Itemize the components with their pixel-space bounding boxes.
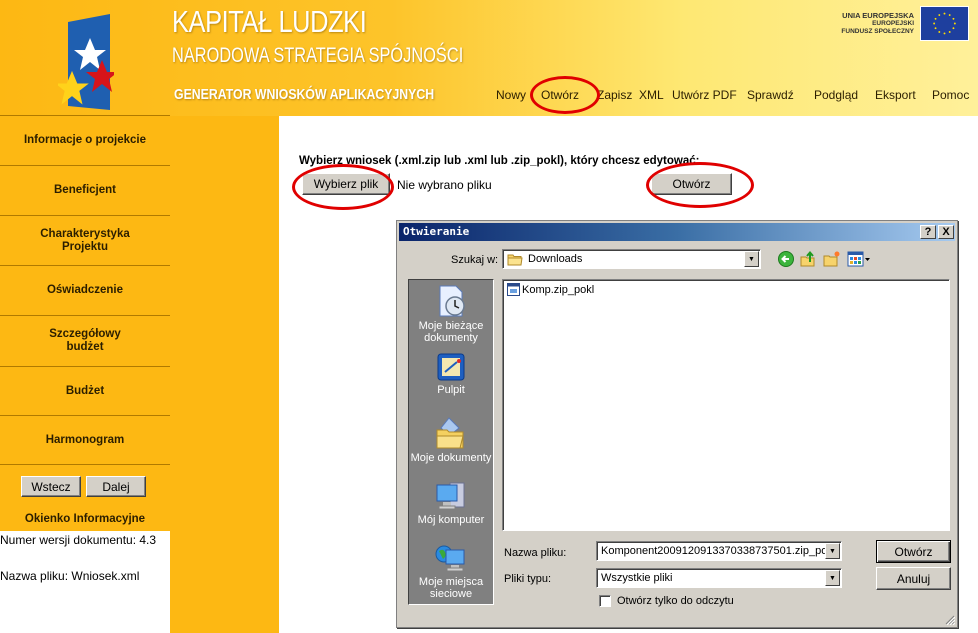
file-item[interactable]: Komp.zip_pokl (507, 283, 594, 296)
place-my-computer[interactable]: Mój komputer (409, 480, 493, 526)
sidebar-item-oswiadczenie[interactable]: Oświadczenie (0, 266, 170, 315)
filetype-select[interactable]: Wszystkie pliki ▼ (596, 568, 842, 588)
app-generator-title: GENERATOR WNIOSKÓW APLIKACYJNYCH (174, 86, 435, 103)
filename-value: Komponent2009120913370338737501.zip_po (601, 545, 828, 557)
open-file-dialog: Otwieranie ? X Szukaj w: Downloads ▼ Moj… (396, 220, 958, 628)
dialog-open-button[interactable]: Otwórz (876, 540, 951, 563)
nav-utworz-pdf[interactable]: Utwórz PDF (672, 88, 747, 102)
help-button[interactable]: ? (920, 225, 936, 239)
sidebar-item-budzet[interactable]: Budżet (0, 367, 170, 415)
sidebar-item-informacje[interactable]: Informacje o projekcie (0, 116, 170, 165)
chevron-down-icon[interactable]: ▼ (744, 251, 759, 267)
sidebar-item-szczegolowy-budzet[interactable]: Szczegółowy budżet (0, 316, 170, 366)
place-label: Moje dokumenty (410, 452, 492, 464)
readonly-checkbox[interactable] (599, 595, 611, 607)
document-version: Numer wersji dokumentu: 4.3 (0, 533, 157, 547)
header: KAPITAŁ LUDZKI NARODOWA STRATEGIA SPÓJNO… (0, 0, 978, 116)
eu-line1: UNIA EUROPEJSKA (842, 11, 914, 20)
nav-zapisz-xml[interactable]: Zapisz XML (597, 88, 672, 102)
dialog-title: Otwieranie (399, 223, 955, 241)
resize-grip-icon[interactable] (943, 613, 955, 625)
file-status: Nie wybrano pliku (397, 178, 492, 192)
eu-text: UNIA EUROPEJSKA EUROPEJSKI FUNDUSZ SPOŁE… (840, 12, 914, 36)
readonly-option: Otwórz tylko do odczytu (599, 595, 734, 607)
filetype-value: Wszystkie pliki (601, 572, 673, 584)
filename-input[interactable]: Komponent2009120913370338737501.zip_po ▼ (596, 541, 842, 561)
places-bar: Moje bieżące dokumenty Pulpit Moje dokum… (408, 279, 494, 605)
my-computer-icon (436, 482, 465, 510)
close-button[interactable]: X (938, 225, 954, 239)
choose-file-button[interactable]: Wybierz plik (302, 173, 390, 195)
look-in-value: Downloads (528, 253, 583, 265)
sidebar-item-harmonogram[interactable]: Harmonogram (0, 416, 170, 464)
back-button[interactable]: Wstecz (21, 476, 81, 497)
place-my-documents[interactable]: Moje dokumenty (409, 416, 493, 464)
nav-otworz[interactable]: Otwórz (541, 88, 597, 102)
look-in-label: Szukaj w: (451, 254, 499, 266)
file-name-info: Nazwa pliku: Wniosek.xml (0, 569, 140, 583)
place-desktop[interactable]: Pulpit (409, 352, 493, 396)
sidebar-item-charakterystyka[interactable]: Charakterystyka Projektu (0, 216, 170, 265)
my-documents-icon (436, 417, 464, 449)
info-panel-title: Okienko Informacyjne (24, 513, 146, 525)
place-network[interactable]: Moje miejsca sieciowe (409, 542, 493, 600)
file-list: Komp.zip_pokl (502, 279, 950, 531)
app-subtitle: NARODOWA STRATEGIA SPÓJNOŚCI (172, 44, 464, 67)
open-button[interactable]: Otwórz (651, 173, 732, 195)
filetype-label: Pliki typu: (504, 573, 552, 585)
view-menu-icon[interactable] (847, 250, 871, 268)
desktop-icon (437, 353, 465, 381)
file-icon (507, 283, 520, 296)
info-panel: Numer wersji dokumentu: 4.3 Nazwa pliku:… (0, 531, 170, 633)
network-places-icon (435, 545, 465, 572)
file-name: Komp.zip_pokl (522, 283, 595, 296)
eu-line2: EUROPEJSKI (872, 20, 914, 27)
sidebar-item-beneficjent[interactable]: Beneficjent (0, 166, 170, 215)
folder-icon (507, 254, 523, 265)
instruction-text: Wybierz wniosek (.xml.zip lub .xml lub .… (299, 155, 700, 167)
eu-line3: FUNDUSZ SPOŁECZNY (841, 28, 914, 35)
up-folder-icon[interactable] (799, 250, 817, 268)
readonly-label: Otwórz tylko do odczytu (617, 595, 734, 607)
divider (0, 464, 170, 465)
sidebar: Informacje o projekcie Beneficjent Chara… (0, 115, 279, 633)
place-label: Pulpit (437, 384, 465, 396)
place-label: Moje miejsca sieciowe (418, 576, 484, 600)
nav-nowy[interactable]: Nowy (496, 88, 541, 102)
next-button[interactable]: Dalej (86, 476, 146, 497)
top-nav: Nowy Otwórz Zapisz XML Utwórz PDF Sprawd… (496, 88, 969, 102)
filename-label: Nazwa pliku: (504, 547, 567, 559)
back-arrow-icon[interactable] (777, 250, 795, 268)
place-label: Moje bieżące dokumenty (418, 320, 484, 344)
place-label: Mój komputer (417, 514, 485, 526)
dialog-cancel-button[interactable]: Anuluj (876, 567, 951, 590)
new-folder-icon[interactable] (823, 250, 841, 268)
chevron-down-icon[interactable]: ▼ (825, 543, 840, 559)
nav-podglad[interactable]: Podgląd (814, 88, 875, 102)
nav-pomoc[interactable]: Pomoc (932, 88, 969, 102)
place-recent-documents[interactable]: Moje bieżące dokumenty (409, 284, 493, 344)
nav-sprawdz[interactable]: Sprawdź (747, 88, 814, 102)
chevron-down-icon[interactable]: ▼ (825, 570, 840, 586)
eu-flag-icon (920, 6, 969, 41)
app-title: KAPITAŁ LUDZKI (172, 4, 367, 39)
nav-eksport[interactable]: Eksport (875, 88, 932, 102)
look-in-select[interactable]: Downloads ▼ (502, 249, 761, 269)
kapital-ludzki-logo (58, 14, 114, 110)
recent-documents-icon (439, 285, 465, 317)
